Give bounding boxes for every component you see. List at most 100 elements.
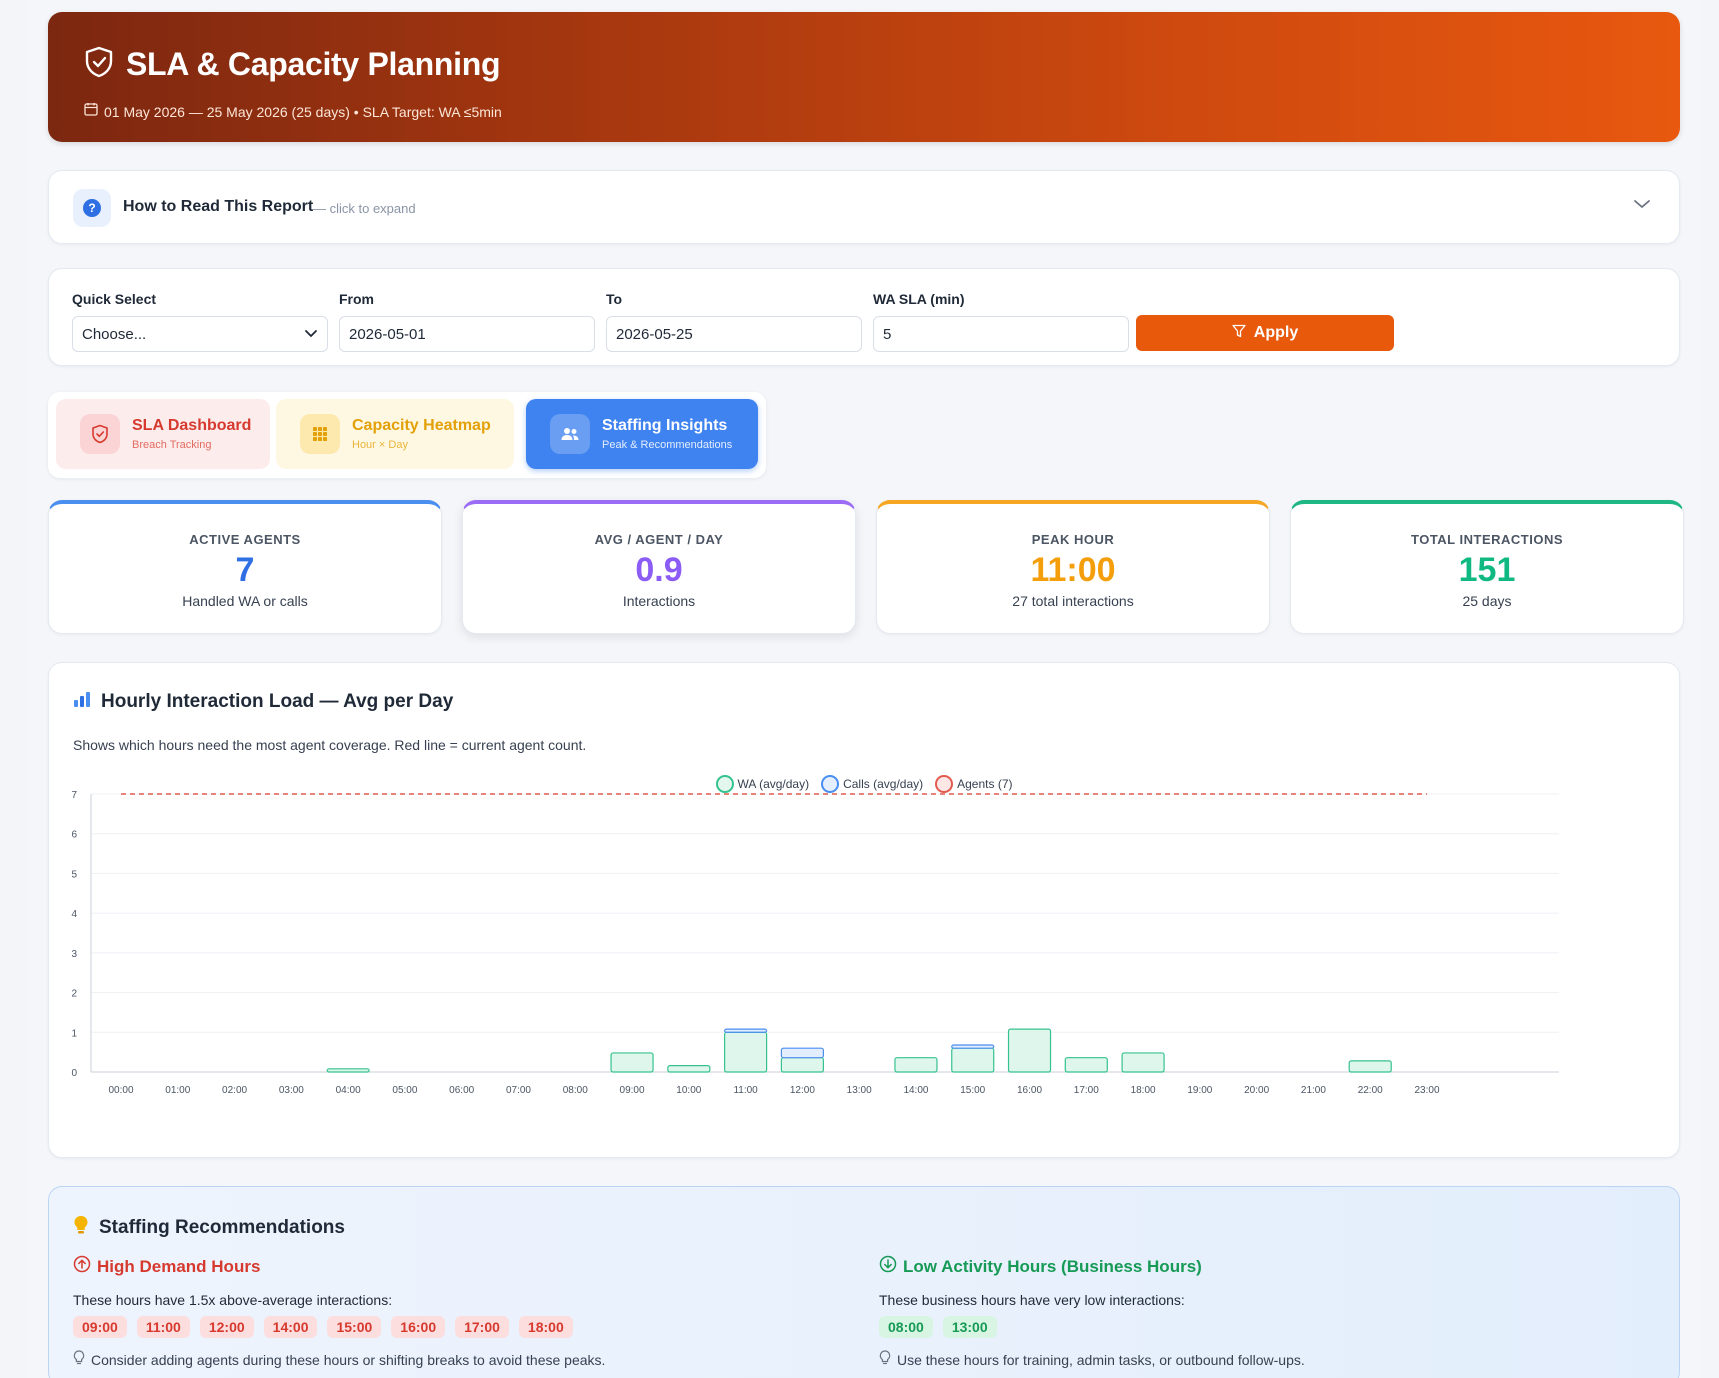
low-activity-text: These business hours have very low inter… <box>879 1292 1185 1308</box>
how-to-read-panel[interactable]: ? How to Read This Report — click to exp… <box>48 170 1680 244</box>
grid-icon <box>300 414 340 454</box>
filter-bar: Quick Select Choose... From 2026-05-01 T… <box>48 268 1680 366</box>
page-title: SLA & Capacity Planning <box>126 46 501 82</box>
to-date-value: 2026-05-25 <box>616 325 693 343</box>
x-tick-label: 19:00 <box>1187 1085 1212 1096</box>
x-tick-label: 09:00 <box>620 1085 645 1096</box>
help-icon: ? <box>73 189 111 227</box>
to-label: To <box>606 291 623 307</box>
kpi-label: PEAK HOUR <box>1031 532 1115 547</box>
kpi-peak-hour: PEAK HOUR 11:00 27 total interactions <box>876 500 1270 634</box>
lightbulb-icon <box>73 1215 89 1241</box>
x-tick-label: 08:00 <box>563 1085 588 1096</box>
wa-bar <box>610 1052 654 1073</box>
kpi-label: TOTAL INTERACTIONS <box>1411 532 1563 547</box>
x-tick-label: 02:00 <box>222 1085 247 1096</box>
tab-sla-dashboard[interactable]: SLA Dashboard Breach Tracking <box>56 399 270 469</box>
low-activity-hour-chip: 08:00 <box>879 1316 933 1338</box>
y-tick-label: 1 <box>71 1028 77 1039</box>
x-tick-label: 06:00 <box>449 1085 474 1096</box>
y-tick-label: 5 <box>71 869 77 880</box>
low-activity-tip: Use these hours for training, admin task… <box>897 1351 1305 1368</box>
tab-capacity-heatmap[interactable]: Capacity Heatmap Hour × Day <box>276 399 514 469</box>
arrow-up-circle-icon <box>73 1255 91 1278</box>
tab-staffing-insights[interactable]: Staffing Insights Peak & Recommendations <box>526 399 758 469</box>
chevron-down-icon <box>304 326 318 343</box>
x-tick-label: 07:00 <box>506 1085 531 1096</box>
sla-group: WA SLA (min) 5 <box>873 291 1129 352</box>
x-tick-label: 17:00 <box>1074 1085 1099 1096</box>
quick-select-dropdown[interactable]: Choose... <box>72 316 328 352</box>
calls-bar <box>951 1044 995 1049</box>
kpi-avg-agent-day: AVG / AGENT / DAY 0.9 Interactions <box>462 500 856 634</box>
x-tick-label: 22:00 <box>1358 1085 1383 1096</box>
wa-bar <box>780 1057 824 1073</box>
lightbulb-icon <box>73 1350 85 1369</box>
high-demand-hour-chip: 09:00 <box>73 1316 127 1338</box>
kpi-label: ACTIVE AGENTS <box>189 532 301 547</box>
x-tick-label: 16:00 <box>1017 1085 1042 1096</box>
kpi-sub: Interactions <box>622 593 696 609</box>
kpi-active-agents: ACTIVE AGENTS 7 Handled WA or calls <box>48 500 442 634</box>
users-icon <box>550 414 590 454</box>
x-tick-label: 10:00 <box>676 1085 701 1096</box>
wa-bar <box>326 1068 370 1073</box>
kpi-value: 7 <box>235 551 255 589</box>
y-tick-label: 6 <box>71 830 77 841</box>
lightbulb-icon <box>879 1350 891 1369</box>
x-tick-label: 00:00 <box>108 1085 133 1096</box>
x-tick-label: 14:00 <box>903 1085 928 1096</box>
shield-icon <box>84 46 114 83</box>
x-tick-label: 20:00 <box>1244 1085 1269 1096</box>
tab-staffing-label: Staffing Insights <box>602 417 728 434</box>
high-demand-hour-chip: 17:00 <box>455 1316 509 1338</box>
wa-bar <box>1007 1028 1052 1073</box>
kpi-total-interactions: TOTAL INTERACTIONS 151 25 days <box>1290 500 1684 634</box>
to-date-input[interactable]: 2026-05-25 <box>606 316 862 352</box>
x-tick-label: 12:00 <box>790 1085 815 1096</box>
shield-icon <box>80 414 120 454</box>
wa-bar <box>894 1057 938 1073</box>
kpi-value: 0.9 <box>635 551 683 589</box>
wa-bar <box>951 1047 995 1073</box>
high-demand-hour-chip: 15:00 <box>327 1316 382 1338</box>
report-tabs: SLA Dashboard Breach Tracking Capacity H… <box>48 392 766 478</box>
apply-button[interactable]: Apply <box>1136 315 1394 351</box>
staffing-recommendations: Staffing Recommendations High Demand Hou… <box>48 1186 1680 1378</box>
high-demand-tip: Consider adding agents during these hour… <box>91 1351 606 1368</box>
high-demand-hour-chip: 11:00 <box>136 1316 190 1338</box>
arrow-down-circle-icon <box>879 1255 897 1278</box>
x-tick-label: 21:00 <box>1301 1085 1326 1096</box>
hourly-load-chart-card: Hourly Interaction Load — Avg per Day Sh… <box>48 662 1680 1158</box>
recommendations-title: Staffing Recommendations <box>99 1217 345 1238</box>
high-demand-hour-chip: 14:00 <box>263 1316 318 1338</box>
calls-bar <box>780 1047 824 1059</box>
quick-select-group: Quick Select Choose... <box>72 291 328 352</box>
hourly-load-chart: 0 1 2 3 4 5 6 7 00:00 01:00 02:00 03:00 04:00 05:00 06… <box>71 790 1559 1096</box>
wa-bar <box>1348 1060 1392 1073</box>
sla-minutes-input[interactable]: 5 <box>873 316 1129 352</box>
report-header: SLA & Capacity Planning 01 May 2026 — 25… <box>48 12 1680 142</box>
sla-minutes-value: 5 <box>883 325 892 343</box>
quick-select-value: Choose... <box>82 325 147 343</box>
wa-bar <box>1121 1052 1165 1073</box>
low-activity-section: Low Activity Hours (Business Hours) Thes… <box>879 1255 1305 1369</box>
from-label: From <box>339 291 374 307</box>
filter-icon <box>1232 324 1246 343</box>
from-date-input[interactable]: 2026-05-01 <box>339 316 595 352</box>
high-demand-hour-chip: 16:00 <box>391 1316 446 1338</box>
high-demand-hours: 09:00 11:00 12:00 14:00 15:00 16:00 17:00 18:00 <box>73 1316 605 1338</box>
wa-bar <box>1064 1057 1108 1073</box>
calls-bar <box>724 1028 768 1033</box>
x-tick-label: 11:00 <box>733 1085 758 1096</box>
expand-hint: — click to expand <box>313 201 416 216</box>
x-tick-label: 05:00 <box>392 1085 417 1096</box>
y-tick-label: 2 <box>71 989 77 1000</box>
y-tick-label: 4 <box>71 909 77 920</box>
tab-sla-label: SLA Dashboard <box>132 417 252 434</box>
kpi-sub: Handled WA or calls <box>182 593 308 609</box>
x-tick-label: 23:00 <box>1414 1085 1439 1096</box>
kpi-sub: 27 total interactions <box>1012 593 1134 609</box>
kpi-label: AVG / AGENT / DAY <box>594 532 724 547</box>
chevron-down-icon[interactable] <box>1633 197 1651 215</box>
